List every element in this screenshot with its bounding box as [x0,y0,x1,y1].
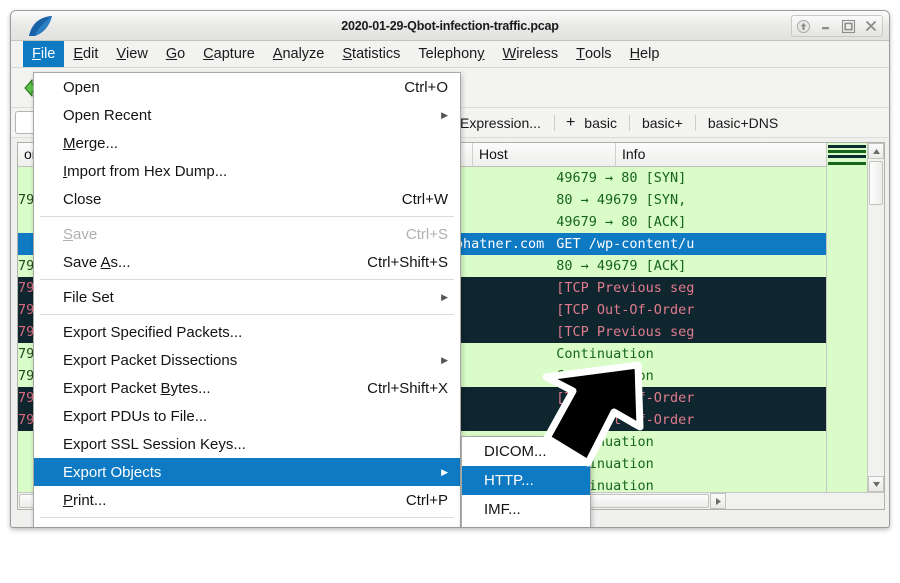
submenu-item-dicom[interactable]: DICOM... [462,437,590,466]
menu-item-export-ssl-session-keys[interactable]: Export SSL Session Keys... [34,430,460,458]
menu-item-label: Save [63,225,98,243]
submenu-item-imf[interactable]: IMF... [462,495,590,524]
menu-item-file-set[interactable]: File Set ▶ [34,283,460,311]
menubar-item-help[interactable]: Help [621,41,669,67]
menu-item-label: Export SSL Session Keys... [63,435,246,453]
titlebar: 2020-01-29-Qbot-infection-traffic.pcap [11,11,889,41]
menu-item-save-as[interactable]: Save As... Ctrl+Shift+S [34,248,460,276]
menu-item-shortcut: Ctrl+P [405,491,448,509]
submenu-item-label: HTTP... [484,472,534,489]
menubar-item-edit[interactable]: Edit [64,41,107,67]
menu-item-export-objects[interactable]: Export Objects ▶ [34,458,460,486]
menu-item-label: Open [63,78,100,96]
vertical-scrollbar-thumb[interactable] [869,161,883,205]
menu-item-export-packet-dissections[interactable]: Export Packet Dissections ▶ [34,346,460,374]
menu-item-export-specified-packets[interactable]: Export Specified Packets... [34,318,460,346]
menu-item-export-pdus-to-file[interactable]: Export PDUs to File... [34,402,460,430]
menu-item-merge[interactable]: Merge... [34,129,460,157]
close-button[interactable] [862,17,880,35]
filter-button-basic-plus[interactable]: basic+ [637,115,688,131]
filter-button-basic[interactable]: basic [579,115,622,131]
menubar-item-go[interactable]: Go [157,41,194,67]
menu-item-label: Export PDUs to File... [63,407,208,425]
menu-item-label: Open Recent [63,106,152,124]
scroll-up-button[interactable] [868,143,884,159]
menu-item-shortcut: Ctrl+O [404,78,448,96]
menu-item-label: Save As... [63,253,131,271]
add-filter-button[interactable]: + [562,114,579,132]
menu-item-open[interactable]: Open Ctrl+O [34,73,460,101]
menu-item-shortcut: Ctrl+S [405,225,448,243]
menu-item-label: Export Objects [63,463,162,481]
menu-item-label: Export Specified Packets... [63,323,243,341]
menu-item-quit[interactable]: Quit Ctrl+Q [34,521,460,528]
menu-item-shortcut: Ctrl+Shift+S [367,253,448,271]
intelligent-scrollbar-minimap[interactable] [826,143,867,492]
menu-item-export-packet-bytes[interactable]: Export Packet Bytes... Ctrl+Shift+X [34,374,460,402]
submenu-arrow-icon: ▶ [441,291,448,302]
scroll-right-button[interactable] [710,493,726,509]
menu-item-open-recent[interactable]: Open Recent ▶ [34,101,460,129]
menu-item-label: Merge... [63,134,119,152]
screenshot-root: 2020-01-29-Qbot-infection-traffic.pcap F… [0,0,900,583]
menubar-item-analyze[interactable]: Analyze [264,41,334,67]
menu-item-save: Save Ctrl+S [34,220,460,248]
menu-item-print[interactable]: Print... Ctrl+P [34,486,460,514]
menu-separator [40,314,454,315]
menubar: File Edit View Go Capture Analyze Statistics Te… [11,41,889,68]
menu-item-import-from-hex-dump[interactable]: Import from Hex Dump... [34,157,460,185]
menubar-item-wireless[interactable]: Wireless [494,41,568,67]
menubar-item-statistics[interactable]: Statistics [333,41,409,67]
menu-item-label: Export Packet Bytes... [63,379,211,397]
submenu-arrow-icon: ▶ [441,354,448,365]
submenu-item-label: IMF... [484,501,521,518]
submenu-item-http[interactable]: HTTP... [462,466,590,495]
window-title: 2020-01-29-Qbot-infection-traffic.pcap [341,19,559,33]
menu-separator [40,517,454,518]
menu-item-label: Close [63,190,102,208]
menu-item-label: File Set [63,288,114,306]
submenu-item-label: DICOM... [484,443,547,460]
menu-item-label: Import from Hex Dump... [63,162,228,180]
expression-button[interactable]: Expression... [454,115,547,131]
menu-item-label: Quit [63,527,91,528]
submenu-arrow-icon: ▶ [441,109,448,120]
submenu-item-smb[interactable]: SMB... [462,524,590,527]
divider [628,114,630,131]
divider [553,114,555,131]
window-controls [791,15,883,37]
minimize-button[interactable] [817,17,835,35]
shade-button[interactable] [794,17,812,35]
menubar-item-view[interactable]: View [107,41,156,67]
vertical-scrollbar[interactable] [867,143,884,492]
menu-item-shortcut: Ctrl+Q [380,527,448,528]
divider [694,114,696,131]
menu-item-shortcut: Ctrl+W [401,190,448,208]
menubar-item-telephony[interactable]: Telephon y [409,41,493,67]
menubar-item-capture[interactable]: Capture [194,41,264,67]
filter-button-basic-plus-dns[interactable]: basic+DNS [703,115,783,131]
menubar-item-tools[interactable]: Tools [567,41,620,67]
menu-item-label: Print... [63,491,107,509]
wireshark-window: 2020-01-29-Qbot-infection-traffic.pcap F… [10,10,890,528]
menu-separator [40,279,454,280]
menu-item-close[interactable]: Close Ctrl+W [34,185,460,213]
menu-separator [40,216,454,217]
column-header-host[interactable]: Host [473,143,616,166]
column-header-info[interactable]: Info [616,143,828,166]
menubar-item-file[interactable]: File [23,41,65,67]
scroll-down-button[interactable] [868,476,884,492]
maximize-button[interactable] [839,17,857,35]
export-objects-submenu[interactable]: DICOM...HTTP...IMF...SMB...TFTP... [461,436,591,527]
submenu-arrow-icon: ▶ [441,466,448,477]
menu-item-label: Export Packet Dissections [63,351,238,369]
menu-item-shortcut: Ctrl+Shift+X [367,379,448,397]
file-menu[interactable]: Open Ctrl+O Open Recent ▶ Merge... Import fro… [33,72,461,528]
